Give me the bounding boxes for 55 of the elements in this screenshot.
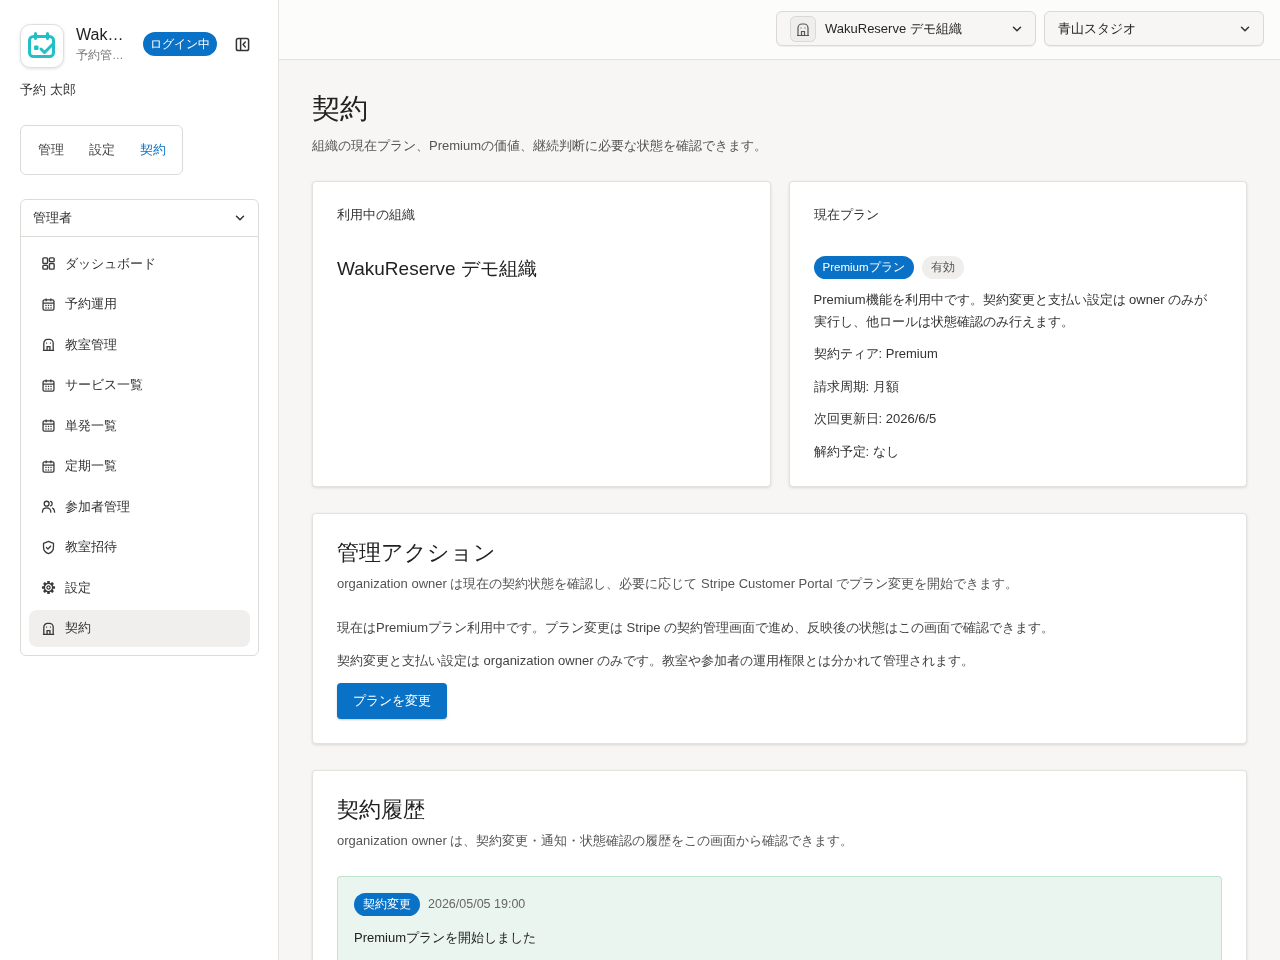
plan-detail: 契約ティア: Premium — [813, 345, 939, 363]
event-title: Premiumプランを開始しました — [354, 928, 537, 947]
nav-item[interactable]: 予約運用 — [29, 285, 250, 323]
nav-tab[interactable]: 設定 — [76, 130, 127, 170]
page-description: 組織の現在プラン、Premiumの価値、継続判断に必要な状態を確認できます。 — [312, 137, 768, 155]
plan-detail: 請求周期: 月額 — [813, 377, 900, 396]
calendar-icon — [41, 458, 56, 474]
plan-detail: 次回更新日: 2026/6/5 — [813, 410, 938, 428]
shield-check-icon — [41, 539, 56, 555]
nav-tab[interactable]: 契約 — [127, 130, 178, 170]
info-text: 現在はPremiumプラン利用中です。プラン変更は Stripe の契約管理画面で進め、反映後の状態はこの画面で確認できます。 — [337, 618, 1056, 637]
nav-item[interactable]: 教室招待 — [29, 528, 250, 566]
event-tag: 契約変更 — [354, 892, 420, 916]
page-title: 契約 — [312, 92, 369, 126]
calendar-check-icon — [20, 24, 64, 68]
info-text: 契約変更と支払い設定は organization owner のみです。教室や参加者の運用権限とは分かれて管理されます。 — [337, 651, 976, 670]
nav-item[interactable]: 設定 — [29, 569, 250, 606]
card-title: 管理アクション — [337, 538, 497, 567]
status-badge: 有効 — [921, 256, 964, 279]
user-name: 予約 太郎 — [20, 81, 76, 99]
building-icon — [790, 15, 816, 42]
card-description: organization owner は現在の契約状態を確認し、必要に応じて Stripe Customer Portal でプラン変更を開始できます。 — [337, 574, 1020, 593]
nav-item[interactable]: 定期一覧 — [29, 447, 250, 485]
change-plan-button[interactable]: プランを変更 — [337, 682, 447, 719]
building-icon — [41, 620, 56, 636]
nav-item[interactable]: 単発一覧 — [29, 407, 250, 444]
grid-icon — [41, 256, 56, 271]
nav-item[interactable]: 参加者管理 — [29, 488, 250, 525]
card-title: 契約履歴 — [337, 795, 426, 824]
panel-left-icon[interactable] — [235, 36, 250, 52]
plan-description: Premium機能を利用中です。契約変更と支払い設定は owner のみが実行し、他ロールは状態確認のみ行えます。 — [813, 291, 1209, 331]
card-description: organization owner は、契約変更・通知・状態確認の履歴をこの画面から確認できます。 — [337, 831, 855, 850]
card-label: 利用中の組織 — [337, 206, 416, 224]
calendar-icon — [41, 418, 56, 433]
nav-item[interactable]: 教室管理 — [29, 326, 250, 363]
users-icon — [41, 499, 56, 514]
app-subtitle: 予約管… — [76, 48, 124, 63]
card-label: 現在プラン — [813, 206, 880, 224]
event-time: 2026/05/05 19:00 — [428, 896, 526, 913]
organization-select[interactable]: WakuReserve デモ組織 — [776, 11, 1036, 46]
organization-name: WakuReserve デモ組織 — [337, 257, 538, 281]
plan-badge: Premiumプラン — [813, 256, 914, 279]
building-icon — [41, 337, 56, 352]
nav-item[interactable]: ダッシュボード — [29, 245, 250, 282]
settings-icon — [41, 580, 56, 595]
nav-item[interactable]: サービス一覧 — [29, 366, 250, 404]
app-title: Wak… — [76, 25, 124, 45]
plan-detail: 解約予定: なし — [813, 442, 900, 461]
calendar-icon — [41, 296, 56, 312]
login-status-badge: ログイン中 — [143, 32, 217, 56]
nav-tab[interactable]: 管理 — [25, 130, 76, 170]
nav-item[interactable]: 契約 — [29, 609, 250, 647]
studio-select[interactable]: 青山スタジオ — [1044, 11, 1264, 46]
section-toggle[interactable]: 管理者 — [21, 200, 258, 237]
calendar-icon — [41, 377, 56, 393]
